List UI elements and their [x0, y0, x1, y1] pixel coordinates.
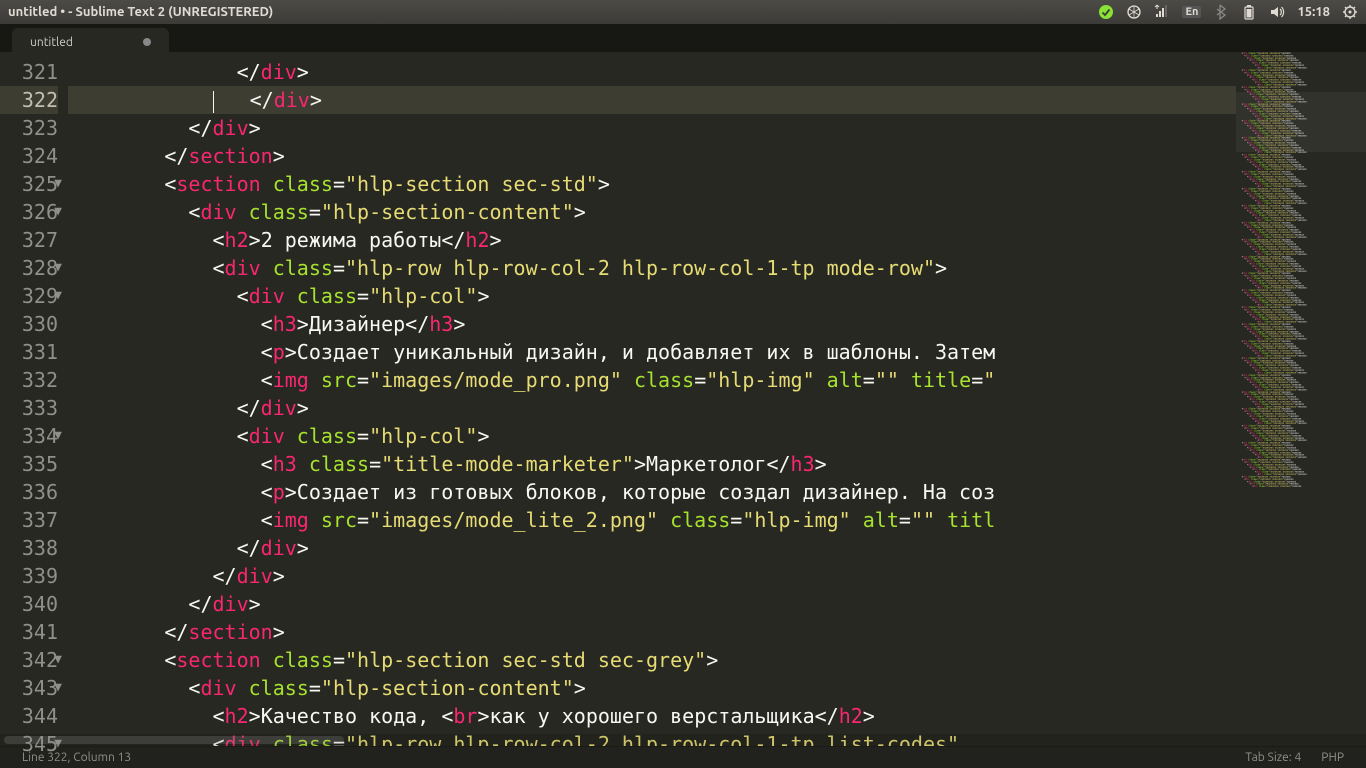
volume-icon[interactable]: [1269, 4, 1285, 20]
minimap[interactable]: <div class="xxxxxxxx xxxxxxxx">xxxxxx <d…: [1236, 52, 1366, 746]
system-tray: En 15:18: [1098, 4, 1358, 20]
status-tab-size[interactable]: Tab Size: 4: [1235, 751, 1311, 764]
window-title: untitled • - Sublime Text 2 (UNREGISTERE…: [8, 5, 273, 19]
status-syntax[interactable]: PHP: [1311, 751, 1354, 764]
sync-ok-icon[interactable]: [1098, 4, 1114, 20]
tab-untitled[interactable]: untitled: [12, 28, 169, 52]
line-gutter[interactable]: 321322323324325▼326▼327328▼329▼330331332…: [0, 52, 68, 746]
status-bar: Line 322, Column 13 Tab Size: 4 PHP: [0, 746, 1366, 768]
clock[interactable]: 15:18: [1297, 5, 1330, 19]
editor-area: 321322323324325▼326▼327328▼329▼330331332…: [0, 52, 1366, 746]
system-menubar: untitled • - Sublime Text 2 (UNREGISTERE…: [0, 0, 1366, 24]
scrollbar-thumb[interactable]: [4, 736, 344, 744]
tab-bar: untitled: [0, 24, 1366, 52]
power-gear-icon[interactable]: [1342, 4, 1358, 20]
network-icon[interactable]: [1154, 4, 1170, 20]
tab-label: untitled: [30, 36, 73, 49]
code-content[interactable]: </div> </div> </div> </section> <section…: [68, 52, 1236, 746]
keyboard-lang-indicator[interactable]: En: [1182, 6, 1201, 18]
aperture-icon[interactable]: [1126, 4, 1142, 20]
horizontal-scrollbar[interactable]: [0, 734, 1366, 746]
bluetooth-icon[interactable]: [1213, 4, 1229, 20]
tab-dirty-indicator-icon: [143, 38, 151, 46]
battery-icon[interactable]: [1241, 4, 1257, 20]
